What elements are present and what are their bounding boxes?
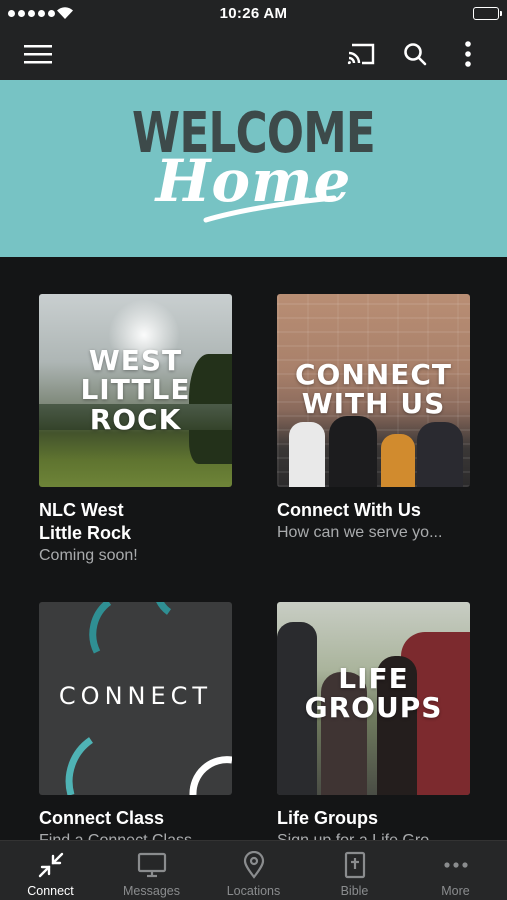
card-thumbnail-text: CONNECT WITH US — [295, 358, 452, 421]
bible-icon — [304, 851, 405, 879]
card-title: Connect With Us — [277, 500, 421, 520]
person-silhouette — [329, 416, 377, 487]
card-thumbnail-text: WEST LITTLE ROCK — [80, 344, 191, 436]
app-bar — [0, 28, 507, 80]
tab-locations[interactable]: Locations — [203, 841, 304, 900]
menu-icon[interactable] — [22, 38, 54, 70]
bottom-tab-bar: Connect Messages Locations Bible More — [0, 840, 507, 900]
card-life-groups[interactable]: LIFE GROUPS Life Groups Sign up for a Li… — [277, 602, 470, 852]
status-time: 10:26 AM — [219, 5, 288, 22]
card-nlc-west-little-rock[interactable]: WEST LITTLE ROCK NLC West Little Rock Co… — [39, 294, 232, 567]
person-silhouette — [417, 422, 463, 487]
tab-messages[interactable]: Messages — [101, 841, 202, 900]
tab-more[interactable]: More — [405, 841, 506, 900]
card-thumbnail: CONNECT — [39, 602, 232, 795]
card-thumbnail: LIFE GROUPS — [277, 602, 470, 795]
welcome-banner[interactable]: WELCOME Home — [0, 80, 507, 257]
card-subtitle: Coming soon! — [39, 547, 138, 564]
map-pin-icon — [203, 851, 304, 879]
card-title: NLC West Little Rock — [39, 500, 132, 543]
brush-swash-decoration — [203, 195, 337, 223]
card-thumbnail-text: CONNECT — [58, 682, 213, 710]
more-horiz-icon — [405, 851, 506, 879]
tab-label: Locations — [226, 884, 281, 898]
card-title: Life Groups — [277, 808, 379, 828]
tab-label: More — [441, 884, 470, 898]
tab-label: Bible — [340, 884, 369, 898]
cast-icon[interactable] — [345, 38, 377, 70]
card-connect-with-us[interactable]: CONNECT WITH US Connect With Us How can … — [277, 294, 470, 544]
monitor-icon — [101, 851, 202, 879]
card-subtitle: How can we serve yo... — [277, 524, 443, 541]
tab-connect[interactable]: Connect — [0, 841, 101, 900]
status-bar: 10:26 AM — [0, 0, 507, 28]
card-title: Connect Class — [39, 808, 165, 828]
arrows-inward-icon — [0, 851, 101, 879]
card-thumbnail-text: LIFE GROUPS — [304, 662, 443, 725]
tab-label: Connect — [27, 884, 74, 898]
tab-bible[interactable]: Bible — [304, 841, 405, 900]
more-vert-icon[interactable] — [452, 38, 484, 70]
card-thumbnail: WEST LITTLE ROCK — [39, 294, 232, 487]
person-silhouette — [381, 434, 415, 487]
card-connect-class[interactable]: CONNECT Connect Class Find a Connect Cla… — [39, 602, 232, 852]
search-icon[interactable] — [399, 38, 431, 70]
person-silhouette — [289, 422, 325, 487]
card-thumbnail: CONNECT WITH US — [277, 294, 470, 487]
battery-icon — [473, 7, 502, 20]
tab-label: Messages — [123, 884, 180, 898]
